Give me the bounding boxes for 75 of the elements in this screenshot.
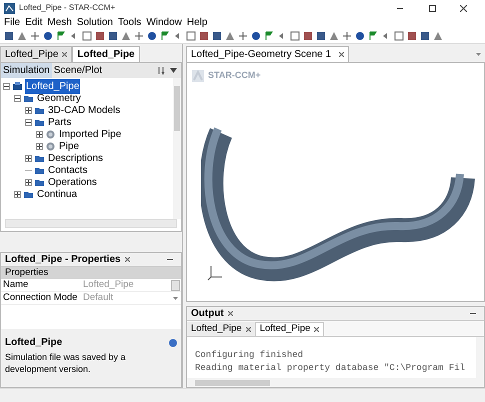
scrollbar[interactable]: [173, 78, 181, 219]
axis-triad-icon: [207, 263, 225, 281]
scrollbar[interactable]: [476, 337, 484, 378]
panel-title: Lofted_Pipe - Properties: [5, 253, 121, 267]
tree-item[interactable]: Lofted_Pipe: [25, 78, 80, 94]
dropdown-icon[interactable]: [173, 296, 178, 300]
toolbar-icon[interactable]: [160, 30, 170, 40]
expander-icon[interactable]: [36, 130, 43, 138]
window-title: Lofted_Pipe - STAR-CCM+: [19, 2, 116, 14]
output-tab[interactable]: Lofted_Pipe: [187, 322, 255, 336]
menu-item[interactable]: File: [4, 14, 20, 30]
toolbar-icon[interactable]: [251, 30, 261, 40]
expander-icon[interactable]: [25, 178, 32, 186]
menu-item[interactable]: Mesh: [47, 14, 72, 30]
tree-item[interactable]: Operations: [47, 174, 98, 190]
toolbar-icon[interactable]: [368, 30, 378, 40]
editor-tab[interactable]: Lofted_Pipe: [72, 46, 140, 62]
tree-item[interactable]: Imported Pipe: [58, 126, 122, 142]
close-icon[interactable]: [124, 257, 130, 262]
toolbar-icon[interactable]: [238, 30, 248, 40]
menu-item[interactable]: Edit: [25, 14, 42, 30]
expander-icon[interactable]: [36, 142, 43, 150]
tree-item[interactable]: Geometry: [36, 90, 82, 106]
tree-item[interactable]: Pipe: [58, 138, 80, 154]
toolbar-icon[interactable]: [147, 30, 157, 40]
log-line: Reading material property database "C:\Program Fil: [195, 362, 466, 375]
explorer-tab[interactable]: Scene/Plot: [52, 63, 104, 78]
toolbar-icon[interactable]: [342, 30, 352, 40]
description-text: Simulation file was saved by a development version.: [5, 351, 127, 375]
expander-icon[interactable]: [25, 106, 32, 114]
close-icon[interactable]: [339, 52, 344, 57]
help-icon[interactable]: [169, 338, 177, 346]
maximize-icon[interactable]: [429, 4, 436, 12]
menu-item[interactable]: Tools: [118, 14, 142, 30]
tree-item[interactable]: Continua: [36, 186, 78, 202]
panel-title: Output: [191, 307, 224, 321]
app-icon: [4, 2, 15, 14]
dropdown-icon[interactable]: [170, 68, 177, 73]
explorer-tab[interactable]: Simulation: [1, 63, 52, 78]
expander-icon[interactable]: [3, 82, 10, 90]
expander-icon[interactable]: [25, 118, 32, 126]
menu-item[interactable]: Help: [186, 14, 208, 30]
editor-tab[interactable]: Lofted_Pipe: [0, 46, 72, 62]
tree-item[interactable]: Descriptions: [47, 150, 104, 166]
logo-text: STAR-CCM+: [208, 69, 261, 82]
expander-icon[interactable]: [14, 190, 21, 198]
close-icon[interactable]: [460, 4, 467, 12]
expander-icon[interactable]: [14, 94, 21, 102]
toolbar-icon[interactable]: [56, 30, 66, 40]
close-icon[interactable]: [62, 52, 68, 57]
scrollbar[interactable]: [5, 219, 177, 228]
output-tab[interactable]: Lofted_Pipe: [254, 322, 324, 336]
logo-icon: [192, 70, 204, 82]
tree-item[interactable]: Contacts: [47, 162, 88, 178]
toolbar-icon[interactable]: [43, 30, 53, 40]
description-title: Lofted_Pipe: [5, 336, 62, 350]
property-name: Connection Mode: [2, 290, 78, 305]
toolbar-icon[interactable]: [264, 30, 274, 40]
menu-item[interactable]: Window: [146, 14, 182, 30]
close-icon[interactable]: [314, 327, 320, 332]
property-group-header[interactable]: Properties: [1, 267, 181, 279]
close-icon[interactable]: [228, 311, 233, 316]
menu-item[interactable]: Solution: [76, 14, 113, 30]
toolbar-icon[interactable]: [355, 30, 365, 40]
scrollbar[interactable]: [187, 378, 484, 387]
toolbar-icon[interactable]: [134, 30, 144, 40]
tree-item[interactable]: 3D-CAD Models: [47, 102, 122, 118]
expander-icon[interactable]: [25, 154, 32, 162]
close-icon[interactable]: [246, 326, 251, 332]
scene-tab[interactable]: Lofted_Pipe-Geometry Scene 1: [186, 46, 350, 62]
log-line: Configuring finished: [195, 349, 304, 362]
tree-item[interactable]: Parts: [47, 114, 72, 130]
toolbar-icon[interactable]: [30, 30, 40, 40]
sort-icon[interactable]: [157, 66, 166, 75]
property-name: Name: [2, 278, 30, 292]
